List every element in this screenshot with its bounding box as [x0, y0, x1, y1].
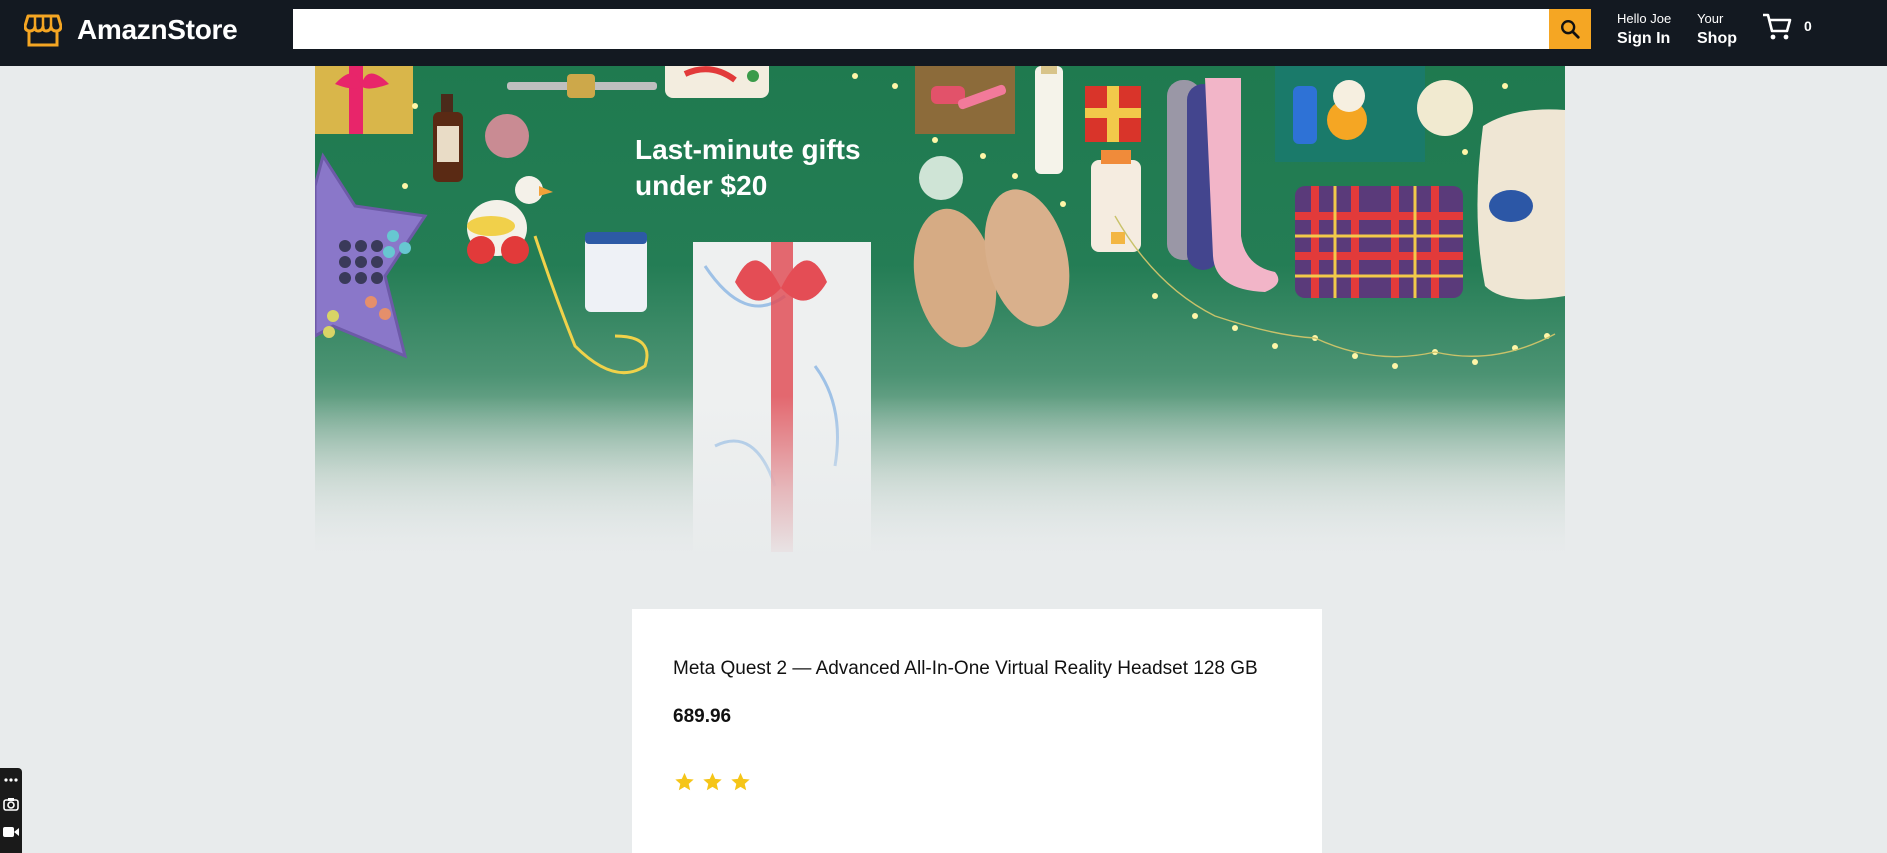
- star-icon: [731, 772, 750, 791]
- banner-headline-line2: under $20: [635, 170, 768, 201]
- product-rating: [673, 771, 752, 793]
- cart-count: 0: [1804, 18, 1812, 34]
- promo-banner[interactable]: Last-minute gifts under $20: [315, 66, 1565, 564]
- shop-label: Shop: [1697, 29, 1737, 47]
- your-label: Your: [1697, 11, 1724, 26]
- product-title[interactable]: Meta Quest 2 — Advanced All-In-One Virtu…: [673, 658, 1258, 680]
- video-camera-icon[interactable]: [0, 822, 22, 842]
- greeting-label: Hello Joe: [1617, 11, 1672, 26]
- camera-icon[interactable]: [0, 794, 22, 814]
- banner-headline: Last-minute gifts under $20: [635, 132, 935, 204]
- search-icon: [1561, 20, 1580, 39]
- product-card[interactable]: Meta Quest 2 — Advanced All-In-One Virtu…: [632, 609, 1322, 853]
- banner-headline-line1: Last-minute gifts: [635, 134, 861, 165]
- sign-in-link[interactable]: Hello Joe Sign In: [1617, 11, 1672, 48]
- sign-in-label: Sign In: [1617, 29, 1671, 47]
- capture-toolbar: [0, 768, 22, 853]
- more-icon[interactable]: [0, 770, 22, 790]
- store-icon[interactable]: [24, 12, 62, 48]
- product-price: 689.96: [673, 706, 732, 727]
- star-icon: [675, 772, 694, 791]
- search-input[interactable]: [293, 9, 1549, 49]
- banner-fade-overlay: [315, 396, 1565, 564]
- cart-icon[interactable]: [1761, 12, 1793, 42]
- top-nav-bar: AmaznStore Hello Joe Sign In Your Shop 0: [0, 0, 1887, 66]
- your-shop-link[interactable]: Your Shop: [1697, 11, 1737, 48]
- search-button[interactable]: [1549, 9, 1591, 49]
- star-icon: [703, 772, 722, 791]
- brand-logo-text[interactable]: AmaznStore: [77, 14, 238, 46]
